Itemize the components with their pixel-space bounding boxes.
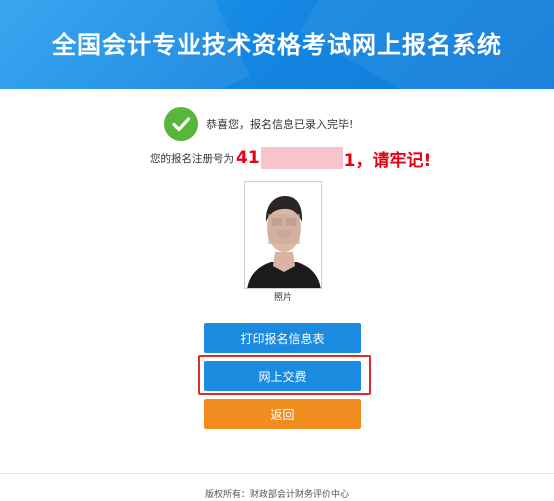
back-button[interactable]: 返回 bbox=[204, 399, 361, 429]
registration-success-page: 全国会计专业技术资格考试网上报名系统 恭喜您，报名信息已录入完毕! 您的报名注册… bbox=[0, 0, 554, 501]
success-message-row: 恭喜您，报名信息已录入完毕! bbox=[164, 106, 353, 142]
registration-number-prefix: 41 bbox=[236, 148, 260, 168]
payment-button-highlight bbox=[198, 355, 371, 395]
success-message: 恭喜您，报名信息已录入完毕! bbox=[206, 118, 354, 131]
registration-number-row: 您的报名注册号为 41 1，请牢记! bbox=[150, 146, 432, 171]
page-title: 全国会计专业技术资格考试网上报名系统 bbox=[52, 31, 502, 59]
registration-number-redaction bbox=[260, 147, 343, 169]
photo-caption: 照片 bbox=[273, 293, 292, 303]
footer-copyright: 版权所有：财政部会计财务评价中心 bbox=[204, 490, 349, 500]
applicant-photo bbox=[244, 181, 322, 289]
print-registration-button[interactable]: 打印报名信息表 bbox=[204, 323, 361, 353]
registration-number-label: 您的报名注册号为 bbox=[150, 152, 234, 165]
header-banner: 全国会计专业技术资格考试网上报名系统 bbox=[0, 0, 554, 89]
check-circle-icon bbox=[164, 107, 198, 141]
footer-divider bbox=[0, 473, 554, 474]
registration-number-suffix: 1，请牢记! bbox=[343, 150, 432, 171]
